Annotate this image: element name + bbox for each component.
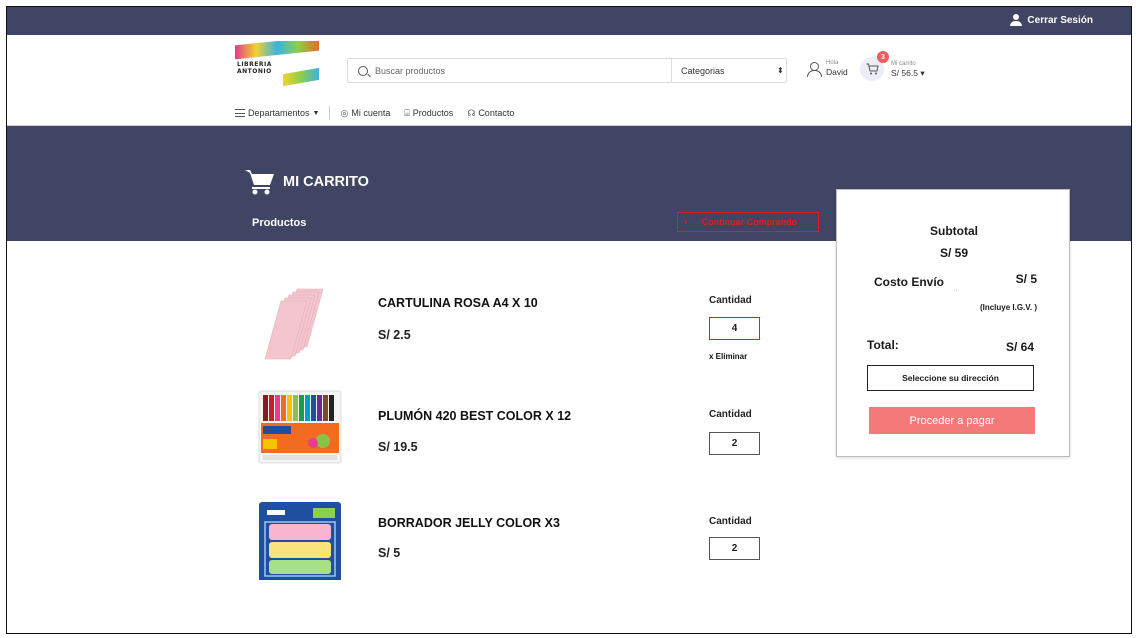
shipping-label: Costo Envío [874,275,945,289]
cart-count-badge: 3 [877,51,889,63]
logo-color-strip [235,41,319,60]
search-bar: Buscar productos Categorias ⬍ [347,58,787,83]
main-nav: Departamentos ▼ ◎ Mi cuenta ⌸ Productos … [235,106,514,120]
cart-label: Mi carrito [891,60,916,67]
quantity-label: Cantidad [709,516,752,527]
box-icon: ⌸ [404,107,410,118]
product-price: S/ 19.5 [378,440,418,454]
chevron-left-icon: ‹ [684,216,688,228]
search-input[interactable]: Buscar productos [375,66,671,76]
nav-departments[interactable]: Departamentos ▼ [235,108,319,118]
chevron-down-icon: ▼ [312,109,320,117]
logout-link[interactable]: Cerrar Sesión [1010,14,1093,26]
total-value: S/ 64 [1005,340,1034,354]
category-select[interactable]: Categorias [681,66,777,76]
product-image [258,390,342,464]
logout-label: Cerrar Sesión [1027,14,1093,26]
subtotal-value: S/ 59 [939,246,969,260]
product-name[interactable]: PLUMÓN 420 BEST COLOR X 12 [378,409,571,423]
app-frame: Cerrar Sesión LIBRERIA ANTONIO Buscar pr… [6,6,1132,634]
order-summary-card: Subtotal S/ 59 Costo Envío S/ 5 ··· (Inc… [836,189,1070,457]
proceed-to-pay-button[interactable]: Proceder a pagar [869,407,1035,434]
user-name: David [826,67,848,77]
ellipsis-icon: ··· [953,287,960,294]
shipping-value: S/ 5 [1015,272,1037,286]
product-price: S/ 2.5 [378,328,411,342]
product-price: S/ 5 [378,546,401,560]
total-label: Total: [867,338,899,352]
page-title-text: MI CARRITO [283,174,369,190]
search-divider [671,58,672,83]
select-address-button[interactable]: Seleccione su dirección [867,365,1034,391]
cart-icon [866,63,879,75]
shopping-cart-icon [245,170,274,195]
subtotal-label: Subtotal [930,224,978,238]
logo-color-strip-2 [283,67,319,87]
product-name[interactable]: CARTULINA ROSA A4 X 10 [378,296,538,310]
menu-icon [235,109,245,117]
search-icon[interactable] [358,65,368,76]
headset-icon: ☊ [467,107,476,118]
quantity-input[interactable]: 2 [709,432,760,455]
user-icon [1010,14,1023,26]
cart-mini[interactable]: 3 Mi carrito S/ 56.5 ▾ [860,51,925,81]
nav-contact-label: Contacto [478,108,515,118]
remove-item-link[interactable]: x Eliminar [709,352,747,361]
nav-my-account[interactable]: ◎ Mi cuenta [340,108,390,119]
nav-divider [329,106,331,120]
nav-my-account-label: Mi cuenta [351,108,391,118]
person-icon [807,61,822,77]
nav-departments-label: Departamentos [248,108,310,118]
quantity-label: Cantidad [709,409,752,420]
account-circle-icon: ◎ [340,107,349,118]
logo-text-line2: ANTONIO [237,68,272,75]
logo-text-line1: LIBRERIA [237,61,272,68]
account-link[interactable]: Hola David [807,60,848,77]
select-arrows-icon[interactable]: ⬍ [777,66,784,75]
store-logo[interactable]: LIBRERIA ANTONIO [235,41,319,87]
chevron-down-icon: ▾ [920,67,925,78]
quantity-input[interactable]: 4 [709,317,760,340]
nav-products-label: Productos [412,108,454,118]
page-title: MI CARRITO [245,169,369,195]
greeting-text: Hola [826,60,839,66]
continue-shopping-label: Continuar Comprando [701,217,798,227]
cart-icon-wrapper[interactable]: 3 [860,51,889,81]
quantity-label: Cantidad [709,295,752,306]
top-bar: Cerrar Sesión [7,7,1131,35]
products-heading: Productos [252,217,307,229]
nav-contact[interactable]: ☊ Contacto [467,108,514,119]
cart-item: BORRADOR JELLY COLOR X3 S/ 5 Cantidad 2 [7,495,1131,585]
product-image [264,288,324,360]
product-image [259,502,341,580]
cart-total: S/ 56.5 ▾ [891,67,925,78]
quantity-input[interactable]: 2 [709,537,760,560]
tax-note: (Incluye I.G.V. ) [979,303,1037,312]
continue-shopping-button[interactable]: ‹ Continuar Comprando [677,212,819,232]
product-name[interactable]: BORRADOR JELLY COLOR X3 [378,516,560,530]
nav-products[interactable]: ⌸ Productos [404,108,453,119]
